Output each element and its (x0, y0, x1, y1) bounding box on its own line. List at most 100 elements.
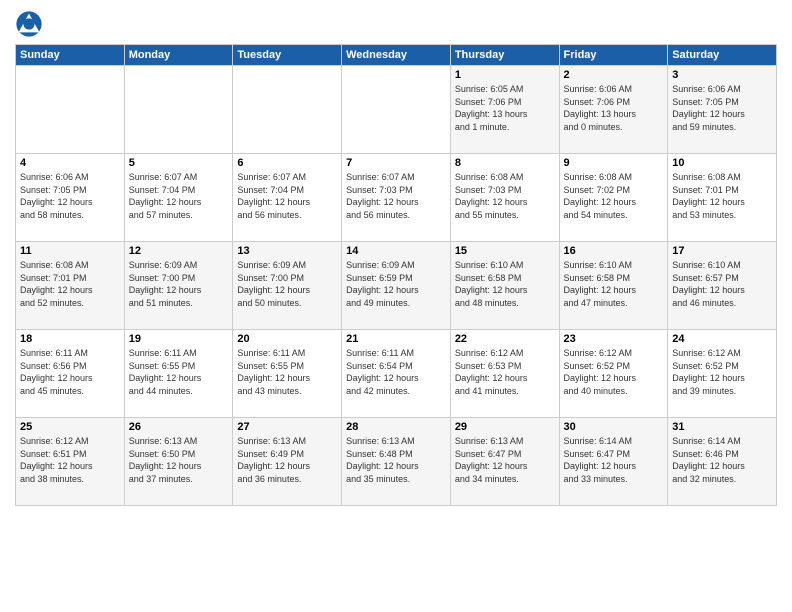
day-info: Sunrise: 6:11 AM Sunset: 6:55 PM Dayligh… (237, 347, 337, 397)
day-number: 30 (564, 421, 664, 433)
day-number: 31 (672, 421, 772, 433)
calendar-table: SundayMondayTuesdayWednesdayThursdayFrid… (15, 44, 777, 506)
day-info: Sunrise: 6:13 AM Sunset: 6:50 PM Dayligh… (129, 435, 229, 485)
day-number: 10 (672, 157, 772, 169)
day-cell-12: 12 Sunrise: 6:09 AM Sunset: 7:00 PM Dayli… (124, 242, 233, 330)
day-number: 25 (20, 421, 120, 433)
day-cell-9: 9Sunrise: 6:08 AM Sunset: 7:02 PM Daylig… (559, 154, 668, 242)
day-number: 23 (564, 333, 664, 345)
day-cell-25: 25 Sunrise: 6:12 AM Sunset: 6:51 PM Dayli… (16, 418, 125, 506)
empty-cell (233, 66, 342, 154)
day-info: Sunrise: 6:11 AM Sunset: 6:55 PM Dayligh… (129, 347, 229, 397)
day-info: Sunrise: 6:06 AM Sunset: 7:05 PM Dayligh… (20, 171, 120, 221)
header (15, 10, 777, 38)
day-number: 24 (672, 333, 772, 345)
day-info: Sunrise: 6:12 AM Sunset: 6:52 PM Dayligh… (564, 347, 664, 397)
day-info: Sunrise: 6:07 AM Sunset: 7:03 PM Dayligh… (346, 171, 446, 221)
day-number: 15 (455, 245, 555, 257)
day-cell-24: 24Sunrise: 6:12 AM Sunset: 6:52 PM Dayli… (668, 330, 777, 418)
day-number: 6 (237, 157, 337, 169)
page: SundayMondayTuesdayWednesdayThursdayFrid… (0, 0, 792, 516)
day-cell-10: 10 Sunrise: 6:08 AM Sunset: 7:01 PM Dayli… (668, 154, 777, 242)
header-day-thursday: Thursday (450, 45, 559, 66)
day-info: Sunrise: 6:11 AM Sunset: 6:56 PM Dayligh… (20, 347, 120, 397)
day-number: 7 (346, 157, 446, 169)
day-info: Sunrise: 6:14 AM Sunset: 6:46 PM Dayligh… (672, 435, 772, 485)
header-day-friday: Friday (559, 45, 668, 66)
day-number: 20 (237, 333, 337, 345)
empty-cell (16, 66, 125, 154)
week-row-5: 25 Sunrise: 6:12 AM Sunset: 6:51 PM Dayli… (16, 418, 777, 506)
header-day-saturday: Saturday (668, 45, 777, 66)
week-row-4: 18 Sunrise: 6:11 AM Sunset: 6:56 PM Dayli… (16, 330, 777, 418)
empty-cell (342, 66, 451, 154)
day-info: Sunrise: 6:12 AM Sunset: 6:51 PM Dayligh… (20, 435, 120, 485)
day-number: 12 (129, 245, 229, 257)
day-number: 3 (672, 69, 772, 81)
day-cell-11: 11Sunrise: 6:08 AM Sunset: 7:01 PM Dayli… (16, 242, 125, 330)
day-cell-5: 5 Sunrise: 6:07 AM Sunset: 7:04 PM Daylig… (124, 154, 233, 242)
day-cell-31: 31 Sunrise: 6:14 AM Sunset: 6:46 PM Dayli… (668, 418, 777, 506)
day-info: Sunrise: 6:11 AM Sunset: 6:54 PM Dayligh… (346, 347, 446, 397)
day-number: 14 (346, 245, 446, 257)
day-cell-21: 21 Sunrise: 6:11 AM Sunset: 6:54 PM Dayli… (342, 330, 451, 418)
logo-icon (15, 10, 43, 38)
day-cell-29: 29 Sunrise: 6:13 AM Sunset: 6:47 PM Dayli… (450, 418, 559, 506)
header-day-monday: Monday (124, 45, 233, 66)
day-cell-18: 18 Sunrise: 6:11 AM Sunset: 6:56 PM Dayli… (16, 330, 125, 418)
day-info: Sunrise: 6:13 AM Sunset: 6:47 PM Dayligh… (455, 435, 555, 485)
day-cell-22: 22Sunrise: 6:12 AM Sunset: 6:53 PM Dayli… (450, 330, 559, 418)
day-cell-7: 7 Sunrise: 6:07 AM Sunset: 7:03 PM Daylig… (342, 154, 451, 242)
day-number: 5 (129, 157, 229, 169)
header-day-sunday: Sunday (16, 45, 125, 66)
day-info: Sunrise: 6:13 AM Sunset: 6:49 PM Dayligh… (237, 435, 337, 485)
day-cell-3: 3Sunrise: 6:06 AM Sunset: 7:05 PM Daylig… (668, 66, 777, 154)
day-cell-13: 13 Sunrise: 6:09 AM Sunset: 7:00 PM Dayli… (233, 242, 342, 330)
day-info: Sunrise: 6:05 AM Sunset: 7:06 PM Dayligh… (455, 83, 555, 133)
day-number: 18 (20, 333, 120, 345)
logo (15, 10, 47, 38)
day-info: Sunrise: 6:09 AM Sunset: 6:59 PM Dayligh… (346, 259, 446, 309)
day-cell-2: 2Sunrise: 6:06 AM Sunset: 7:06 PM Daylig… (559, 66, 668, 154)
day-number: 26 (129, 421, 229, 433)
day-cell-26: 26 Sunrise: 6:13 AM Sunset: 6:50 PM Dayli… (124, 418, 233, 506)
day-cell-4: 4 Sunrise: 6:06 AM Sunset: 7:05 PM Daylig… (16, 154, 125, 242)
header-day-tuesday: Tuesday (233, 45, 342, 66)
day-cell-17: 17 Sunrise: 6:10 AM Sunset: 6:57 PM Dayli… (668, 242, 777, 330)
day-number: 9 (564, 157, 664, 169)
day-cell-14: 14 Sunrise: 6:09 AM Sunset: 6:59 PM Dayli… (342, 242, 451, 330)
day-info: Sunrise: 6:14 AM Sunset: 6:47 PM Dayligh… (564, 435, 664, 485)
day-cell-28: 28Sunrise: 6:13 AM Sunset: 6:48 PM Dayli… (342, 418, 451, 506)
day-info: Sunrise: 6:10 AM Sunset: 6:57 PM Dayligh… (672, 259, 772, 309)
day-number: 4 (20, 157, 120, 169)
day-cell-20: 20 Sunrise: 6:11 AM Sunset: 6:55 PM Dayli… (233, 330, 342, 418)
day-info: Sunrise: 6:10 AM Sunset: 6:58 PM Dayligh… (455, 259, 555, 309)
day-number: 29 (455, 421, 555, 433)
day-cell-30: 30 Sunrise: 6:14 AM Sunset: 6:47 PM Dayli… (559, 418, 668, 506)
empty-cell (124, 66, 233, 154)
header-day-wednesday: Wednesday (342, 45, 451, 66)
day-info: Sunrise: 6:08 AM Sunset: 7:01 PM Dayligh… (672, 171, 772, 221)
day-number: 21 (346, 333, 446, 345)
day-number: 17 (672, 245, 772, 257)
week-row-2: 4 Sunrise: 6:06 AM Sunset: 7:05 PM Daylig… (16, 154, 777, 242)
header-row: SundayMondayTuesdayWednesdayThursdayFrid… (16, 45, 777, 66)
day-cell-23: 23 Sunrise: 6:12 AM Sunset: 6:52 PM Dayli… (559, 330, 668, 418)
day-info: Sunrise: 6:08 AM Sunset: 7:01 PM Dayligh… (20, 259, 120, 309)
day-cell-8: 8Sunrise: 6:08 AM Sunset: 7:03 PM Daylig… (450, 154, 559, 242)
day-number: 13 (237, 245, 337, 257)
week-row-3: 11Sunrise: 6:08 AM Sunset: 7:01 PM Dayli… (16, 242, 777, 330)
day-number: 22 (455, 333, 555, 345)
day-cell-6: 6Sunrise: 6:07 AM Sunset: 7:04 PM Daylig… (233, 154, 342, 242)
day-info: Sunrise: 6:09 AM Sunset: 7:00 PM Dayligh… (129, 259, 229, 309)
day-number: 28 (346, 421, 446, 433)
day-info: Sunrise: 6:07 AM Sunset: 7:04 PM Dayligh… (129, 171, 229, 221)
day-cell-19: 19 Sunrise: 6:11 AM Sunset: 6:55 PM Dayli… (124, 330, 233, 418)
day-cell-16: 16Sunrise: 6:10 AM Sunset: 6:58 PM Dayli… (559, 242, 668, 330)
day-info: Sunrise: 6:09 AM Sunset: 7:00 PM Dayligh… (237, 259, 337, 309)
day-cell-1: 1Sunrise: 6:05 AM Sunset: 7:06 PM Daylig… (450, 66, 559, 154)
day-number: 19 (129, 333, 229, 345)
day-number: 2 (564, 69, 664, 81)
day-number: 16 (564, 245, 664, 257)
day-info: Sunrise: 6:08 AM Sunset: 7:03 PM Dayligh… (455, 171, 555, 221)
